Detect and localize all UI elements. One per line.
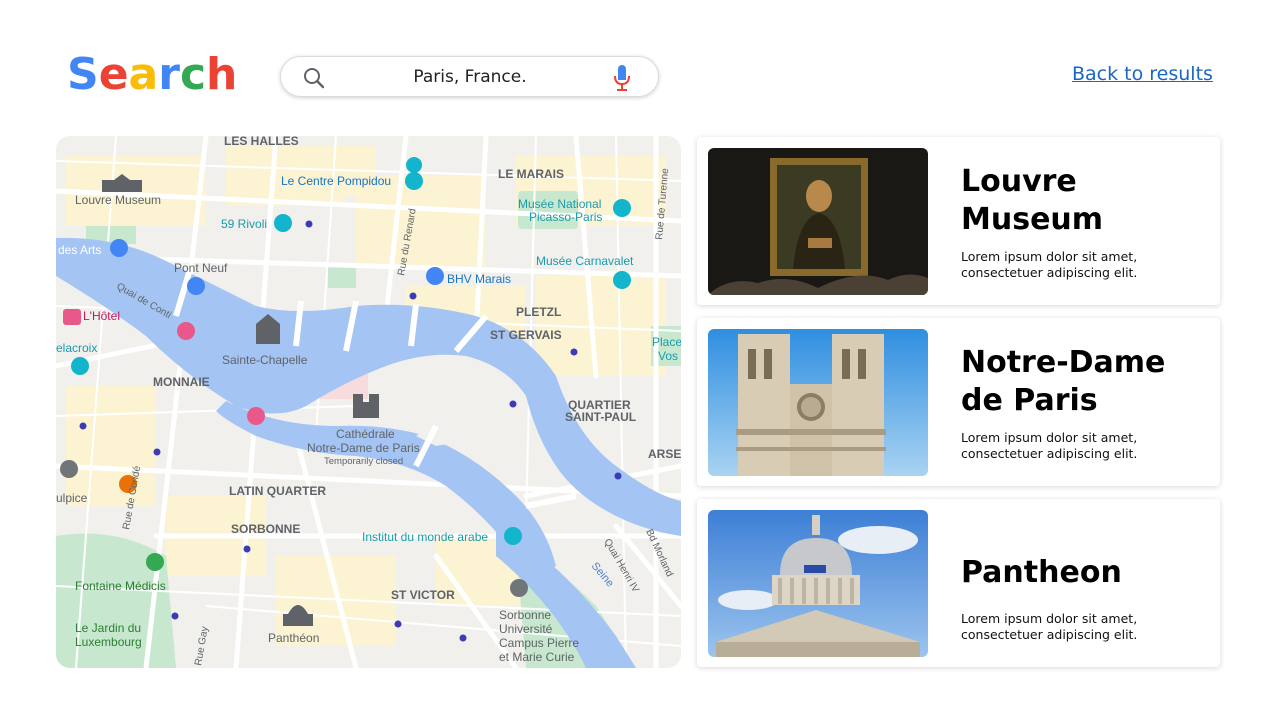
hotel-pin-icon <box>247 407 265 425</box>
search-input[interactable] <box>341 63 599 91</box>
map-label: ulpice <box>56 491 88 505</box>
map-label: SAINT-PAUL <box>565 410 636 424</box>
map-label: Fontaine Médicis <box>75 579 166 593</box>
museum-pin-icon <box>613 199 631 217</box>
result-card-louvre[interactable]: Louvre Museum Lorem ipsum dolor sit amet… <box>697 137 1220 305</box>
paris-map[interactable]: LES HALLES Louvre Museum Le Centre Pompi… <box>56 136 681 668</box>
map-label: elacroix <box>56 341 97 355</box>
logo-letter: S <box>67 49 99 100</box>
result-title[interactable]: Notre-Dame <box>961 344 1165 382</box>
result-description: Lorem ipsum dolor sit amet, <box>961 249 1138 264</box>
map-label: MONNAIE <box>153 375 210 389</box>
logo-letter: h <box>206 49 238 100</box>
landmark-pin-icon <box>187 277 205 295</box>
map-label: Musée Carnavalet <box>536 254 634 268</box>
result-card-pantheon[interactable]: Pantheon Lorem ipsum dolor sit amet, con… <box>697 499 1220 667</box>
hotel-pin-icon <box>177 322 195 340</box>
result-description: consectetuer adipiscing elit. <box>961 446 1138 461</box>
result-title[interactable]: Museum <box>961 201 1103 239</box>
map-label: LATIN QUARTER <box>229 484 326 498</box>
map-label: des Arts <box>58 243 101 257</box>
map-label: Musée National <box>518 197 601 211</box>
result-description: consectetuer adipiscing elit. <box>961 265 1138 280</box>
map-label: Sainte-Chapelle <box>222 353 308 367</box>
map-label: Institut du monde arabe <box>362 530 488 544</box>
map-label: L'Hôtel <box>83 309 120 323</box>
museum-pin-icon <box>71 357 89 375</box>
map-label: Notre-Dame de Paris <box>307 441 420 455</box>
map-label: Sorbonne <box>499 608 551 622</box>
map-label: BHV Marais <box>447 272 511 286</box>
landmark-pin-icon <box>110 239 128 257</box>
pantheon-thumbnail <box>708 510 928 657</box>
map-label: Place <box>652 335 681 349</box>
map-label: Le Jardin du <box>75 621 141 635</box>
result-description: Lorem ipsum dolor sit amet, <box>961 611 1138 626</box>
logo-letter: r <box>158 49 180 100</box>
louvre-thumbnail <box>708 148 928 295</box>
map-label: Luxembourg <box>75 635 142 649</box>
result-title[interactable]: de Paris <box>961 382 1098 420</box>
result-description: Lorem ipsum dolor sit amet, <box>961 430 1138 445</box>
hotel-icon <box>63 309 81 325</box>
map-label: PLETZL <box>516 305 561 319</box>
museum-pin-icon <box>504 527 522 545</box>
result-description: consectetuer adipiscing elit. <box>961 627 1138 642</box>
map-label: Campus Pierre <box>499 636 579 650</box>
search-bar[interactable] <box>280 56 659 97</box>
map-label: SORBONNE <box>231 522 300 536</box>
map-label: et Marie Curie <box>499 650 575 664</box>
map-label: ST VICTOR <box>391 588 455 602</box>
map-label: Temporarily closed <box>324 456 403 467</box>
logo-letter: a <box>128 49 159 100</box>
church-pin-icon <box>60 460 78 478</box>
map-label: Picasso-Paris <box>529 210 602 224</box>
museum-pin-icon <box>613 271 631 289</box>
park-pin-icon <box>146 553 164 571</box>
map-label: ARSE <box>648 447 681 461</box>
shopping-pin-icon <box>426 267 444 285</box>
map-label: Pont Neuf <box>174 261 228 275</box>
school-pin-icon <box>510 579 528 597</box>
search-logo: Search <box>67 48 237 102</box>
map-label: LES HALLES <box>224 136 299 148</box>
result-title[interactable]: Pantheon <box>961 554 1122 592</box>
logo-letter: c <box>179 49 207 100</box>
map-label: ST GERVAIS <box>490 328 562 342</box>
logo-letter: e <box>98 49 129 100</box>
result-card-notre-dame[interactable]: Notre-Dame de Paris Lorem ipsum dolor si… <box>697 318 1220 486</box>
map-label: LE MARAIS <box>498 167 564 181</box>
map-label: Université <box>499 622 553 636</box>
museum-pin-icon <box>405 172 423 190</box>
map-label: Le Centre Pompidou <box>281 174 391 188</box>
map-label: 59 Rivoli <box>221 217 267 231</box>
shopping-pin-icon <box>274 214 292 232</box>
map-view[interactable]: LES HALLES Louvre Museum Le Centre Pompi… <box>56 136 681 668</box>
back-to-results-link[interactable]: Back to results <box>1072 63 1213 85</box>
microphone-icon[interactable] <box>612 64 632 92</box>
notre-dame-thumbnail <box>708 329 928 476</box>
map-label: Panthéon <box>268 631 319 645</box>
map-label: Vos <box>658 349 678 363</box>
result-title[interactable]: Louvre <box>961 163 1077 201</box>
map-label: Cathédrale <box>336 427 395 441</box>
magnifier-icon[interactable] <box>302 66 326 90</box>
map-label: Louvre Museum <box>75 193 161 207</box>
